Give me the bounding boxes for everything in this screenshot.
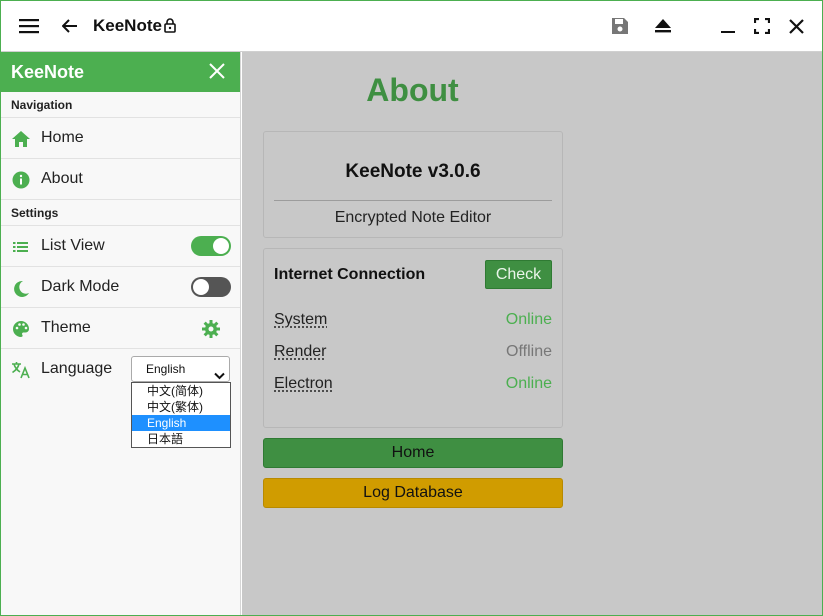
list-view-toggle[interactable] [191,236,231,256]
dark-mode-toggle[interactable] [191,277,231,297]
setting-label: Theme [41,319,91,336]
settings-section-heading: Settings [1,200,240,226]
language-option[interactable]: 中文(繁体) [132,399,230,415]
toggle-knob [193,279,209,295]
setting-label: Dark Mode [41,278,120,295]
connection-status: Offline [506,343,552,360]
connection-row-electron: Electron Online [274,375,552,397]
page-title: About [366,72,459,108]
sidebar: KeeNote Navigation Home About Settings L… [1,52,241,615]
sidebar-header: KeeNote [1,52,240,92]
menu-icon[interactable] [14,11,44,41]
language-option-selected[interactable]: English [132,415,230,431]
navigation-section-heading: Navigation [1,92,240,118]
maximize-icon[interactable] [747,11,777,41]
palette-icon [11,319,31,339]
main-content: About KeeNote v3.0.6 Encrypted Note Edit… [242,52,822,615]
close-sidebar-icon[interactable] [206,60,228,82]
app-subtitle: Encrypted Note Editor [334,209,492,226]
sidebar-item-home[interactable]: Home [1,118,240,159]
language-option[interactable]: 中文(简体) [132,383,230,399]
sidebar-item-label: Home [41,129,84,146]
check-button[interactable]: Check [485,260,552,289]
translate-icon [11,360,31,380]
home-button[interactable]: Home [263,438,563,468]
eject-icon[interactable] [648,11,678,41]
save-icon[interactable] [605,11,635,41]
log-database-button[interactable]: Log Database [263,478,563,508]
divider [274,200,552,201]
lock-icon [164,18,176,38]
list-icon [11,237,31,257]
connection-name: System [274,311,328,328]
sidebar-item-label: About [41,170,83,187]
toggle-knob [213,238,229,254]
setting-label: List View [41,237,105,254]
language-option[interactable]: 日本語 [132,431,230,447]
version-title: KeeNote v3.0.6 [345,161,481,182]
language-dropdown-list: 中文(简体) 中文(繁体) English 日本語 [131,382,231,448]
back-arrow-icon[interactable] [55,11,85,41]
close-window-icon[interactable] [781,11,811,41]
connection-row-system: System Online [274,311,552,333]
internet-connection-title: Internet Connection [274,266,426,283]
connection-status: Online [505,311,552,328]
language-select-value: English [146,362,186,376]
language-select[interactable]: English [131,356,230,382]
gear-icon[interactable] [201,319,221,339]
connection-name: Electron [274,375,333,392]
setting-list-view: List View [1,226,240,267]
connection-status: Online [505,375,552,392]
connection-name: Render [274,343,327,360]
app-window: KeeNote KeeNote Navigation Home About Se… [0,0,823,616]
sidebar-title: KeeNote [11,62,85,82]
setting-label: Language [41,360,113,377]
info-icon [11,170,31,190]
home-icon [11,129,31,149]
internet-connection-card: Internet Connection Check System Online … [263,248,563,428]
app-title: KeeNote [93,16,162,35]
setting-dark-mode: Dark Mode [1,267,240,308]
title-bar: KeeNote [1,1,822,52]
minimize-icon[interactable] [713,11,743,41]
version-card: KeeNote v3.0.6 Encrypted Note Editor [263,131,563,238]
sidebar-item-about[interactable]: About [1,159,240,200]
setting-theme: Theme [1,308,240,349]
connection-row-render: Render Offline [274,343,552,365]
moon-icon [11,278,31,298]
